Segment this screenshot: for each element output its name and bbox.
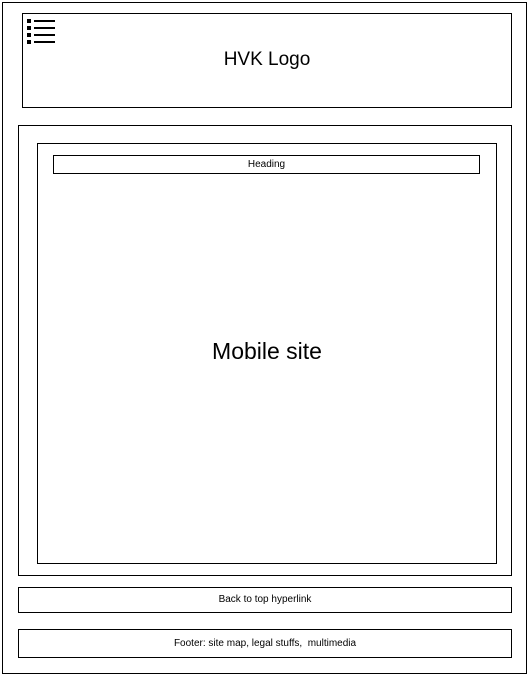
header: HVK Logo <box>22 13 512 108</box>
hamburger-menu-icon[interactable] <box>27 18 55 46</box>
logo: HVK Logo <box>223 49 311 70</box>
back-to-top-link[interactable]: Back to top hyperlink <box>18 587 512 613</box>
main-content-area: Heading Mobile site <box>18 125 512 576</box>
mobile-site-panel: Heading Mobile site <box>37 143 497 564</box>
footer: Footer: site map, legal stuffs, multimed… <box>18 629 512 658</box>
page-heading: Heading <box>53 155 480 174</box>
mobile-site-label: Mobile site <box>212 338 322 364</box>
